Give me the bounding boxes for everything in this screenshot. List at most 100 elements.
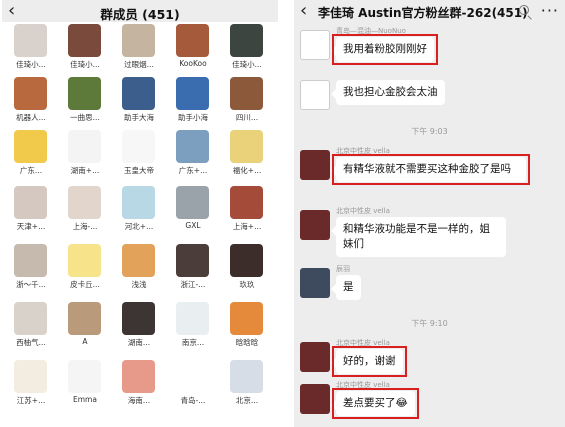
- avatar[interactable]: [176, 130, 209, 163]
- member-item[interactable]: 上海-...: [60, 186, 110, 238]
- member-item[interactable]: 河北+...: [114, 186, 164, 238]
- member-item[interactable]: 皮卡丘...: [60, 244, 110, 296]
- avatar[interactable]: [68, 360, 101, 393]
- member-item[interactable]: 机器人...: [6, 77, 56, 129]
- avatar[interactable]: [122, 186, 155, 219]
- member-item[interactable]: 浙～千...: [6, 244, 56, 296]
- member-item[interactable]: 天津+...: [6, 186, 56, 238]
- member-item[interactable]: 江苏+...: [6, 360, 56, 412]
- member-item[interactable]: 过眼烟...: [114, 24, 164, 76]
- avatar[interactable]: [122, 244, 155, 277]
- avatar[interactable]: [230, 360, 263, 393]
- member-item[interactable]: 一曲思...: [60, 77, 110, 129]
- message-row: 北京中性皮 vella 有精华液就不需要买这种金胶了是吗: [294, 146, 565, 202]
- avatar[interactable]: [14, 360, 47, 393]
- member-name: 过眼烟...: [124, 60, 154, 69]
- avatar[interactable]: [176, 244, 209, 277]
- more-icon[interactable]: ···: [541, 1, 559, 20]
- message-bubble[interactable]: 和精华液功能是不是一样的，姐妹们: [331, 217, 506, 257]
- member-name: 江苏+...: [16, 396, 46, 405]
- member-item[interactable]: 佳琦小...: [60, 24, 110, 76]
- member-name: 福化+...: [232, 166, 262, 175]
- avatar[interactable]: [230, 77, 263, 110]
- member-item[interactable]: 助手小海: [168, 77, 218, 129]
- member-item[interactable]: 广东+...: [168, 130, 218, 182]
- avatar[interactable]: [300, 384, 330, 414]
- member-item[interactable]: 广东...: [6, 130, 56, 182]
- avatar[interactable]: [68, 302, 101, 335]
- avatar[interactable]: [68, 186, 101, 219]
- member-item[interactable]: 南京...: [168, 302, 218, 354]
- member-item[interactable]: 西柚气...: [6, 302, 56, 354]
- member-name: 佳琦小...: [16, 60, 46, 69]
- avatar[interactable]: [230, 244, 263, 277]
- avatar[interactable]: [176, 77, 209, 110]
- avatar[interactable]: [300, 30, 330, 60]
- avatar[interactable]: [300, 150, 330, 180]
- member-item[interactable]: 北京...: [222, 360, 272, 412]
- avatar[interactable]: [68, 244, 101, 277]
- avatar[interactable]: [176, 24, 209, 57]
- member-item[interactable]: 助手大海: [114, 77, 164, 129]
- avatar[interactable]: [122, 77, 155, 110]
- highlight-box: [332, 34, 438, 65]
- message-row: 青岛—混油—NuoNuo 我用着粉胶刚刚好: [294, 26, 565, 68]
- member-item[interactable]: 四川...: [222, 77, 272, 129]
- avatar[interactable]: [68, 130, 101, 163]
- search-icon[interactable]: [519, 5, 529, 15]
- message-list[interactable]: 青岛—混油—NuoNuo 我用着粉胶刚刚好 我也担心金胶会太油 下午 9:03 北京中性…: [294, 24, 565, 427]
- avatar[interactable]: [122, 302, 155, 335]
- message-bubble[interactable]: 我也担心金胶会太油: [331, 80, 445, 105]
- member-name: 南京...: [181, 338, 205, 347]
- member-item[interactable]: 玖玖: [222, 244, 272, 296]
- member-item[interactable]: 佳琦小...: [6, 24, 56, 76]
- avatar[interactable]: [230, 302, 263, 335]
- member-item[interactable]: 浅浅: [114, 244, 164, 296]
- avatar[interactable]: [230, 186, 263, 219]
- avatar[interactable]: [14, 244, 47, 277]
- member-item[interactable]: 青岛-...: [168, 360, 218, 412]
- member-item[interactable]: 玉皇大帝: [114, 130, 164, 182]
- avatar[interactable]: [300, 80, 330, 110]
- avatar[interactable]: [122, 360, 155, 393]
- member-item[interactable]: GXL: [168, 186, 218, 238]
- member-item[interactable]: 晗晗晗: [222, 302, 272, 354]
- avatar[interactable]: [230, 24, 263, 57]
- avatar[interactable]: [14, 24, 47, 57]
- member-item[interactable]: 佳琦小...: [222, 24, 272, 76]
- member-item[interactable]: 浙江-...: [168, 244, 218, 296]
- member-name: 晗晗晗: [235, 338, 259, 347]
- message-bubble[interactable]: 是: [331, 275, 361, 300]
- member-item[interactable]: 湖南+...: [60, 130, 110, 182]
- message-row: 北京中性皮 vella 和精华液功能是不是一样的，姐妹们: [294, 206, 565, 262]
- members-grid: 佳琦小... 佳琦小... 过眼烟... KooKoo 佳琦小... 机器人... 一曲思.…: [2, 22, 278, 427]
- avatar[interactable]: [68, 24, 101, 57]
- member-item[interactable]: KooKoo: [168, 24, 218, 76]
- avatar[interactable]: [122, 130, 155, 163]
- avatar[interactable]: [14, 77, 47, 110]
- member-item[interactable]: Emma: [60, 360, 110, 412]
- message-row: 我也担心金胶会太油: [294, 76, 565, 118]
- member-item[interactable]: A: [60, 302, 110, 354]
- member-item[interactable]: 湖南...: [114, 302, 164, 354]
- avatar[interactable]: [68, 77, 101, 110]
- member-name: 机器人...: [16, 113, 46, 122]
- avatar[interactable]: [230, 130, 263, 163]
- member-name: 上海+...: [232, 222, 262, 231]
- avatar[interactable]: [14, 186, 47, 219]
- avatar[interactable]: [300, 342, 330, 372]
- avatar[interactable]: [176, 302, 209, 335]
- members-title: 群成员 (451): [100, 7, 180, 22]
- member-item[interactable]: 福化+...: [222, 130, 272, 182]
- avatar[interactable]: [300, 210, 330, 240]
- member-item[interactable]: 海南...: [114, 360, 164, 412]
- chevron-left-icon[interactable]: ‹: [300, 1, 307, 21]
- chat-header: ‹ 李佳琦 Austin官方粉丝群-262(451) ···: [294, 0, 565, 24]
- member-item[interactable]: 上海+...: [222, 186, 272, 238]
- avatar[interactable]: [176, 360, 209, 393]
- avatar[interactable]: [122, 24, 155, 57]
- avatar[interactable]: [300, 268, 330, 298]
- avatar[interactable]: [14, 130, 47, 163]
- avatar[interactable]: [14, 302, 47, 335]
- avatar[interactable]: [176, 186, 209, 219]
